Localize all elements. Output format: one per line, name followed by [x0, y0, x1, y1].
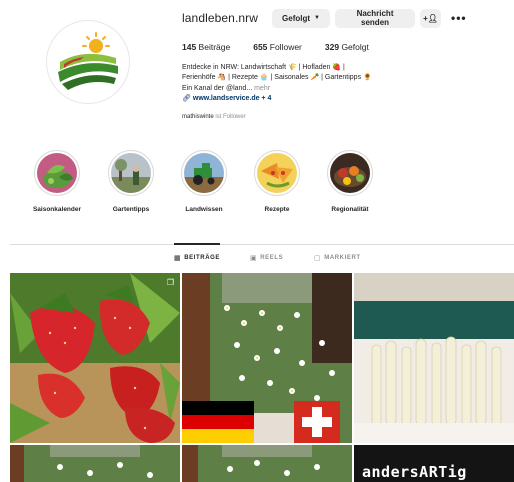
- highlight-gartentipps[interactable]: Gartentipps: [96, 150, 166, 213]
- followed-by-suffix: ist Follower: [213, 114, 246, 120]
- posts-grid: ❐ andersARTig: [10, 273, 514, 482]
- highlight-regionalitaet[interactable]: Regionalität: [315, 150, 385, 213]
- followers-stat[interactable]: 655 Follower: [253, 42, 302, 52]
- highlight-label: Gartentipps: [112, 206, 150, 213]
- highlight-ring: [181, 150, 227, 196]
- daisies-image: [10, 445, 180, 482]
- active-tab-indicator: [174, 243, 220, 245]
- tab-tagged-label: MARKIERT: [324, 255, 361, 261]
- following-button[interactable]: Gefolgt ▼: [272, 8, 331, 28]
- username: landleben.nrw: [182, 11, 259, 25]
- tagged-icon: ▢: [314, 255, 322, 262]
- tabs-divider: [10, 244, 514, 245]
- garden-photo-icon: [111, 153, 151, 193]
- reels-icon: ▣: [250, 255, 258, 262]
- send-message-button[interactable]: Nachricht senden: [335, 8, 416, 28]
- profile-tabs: ▦ BEITRÄGE ▣ REELS ▢ MARKIERT: [0, 254, 514, 266]
- tab-tagged[interactable]: ▢ MARKIERT: [314, 254, 361, 262]
- add-person-icon: +👤︎: [423, 13, 438, 23]
- post-strawberries[interactable]: ❐: [10, 273, 180, 443]
- highlight-saisonkalender[interactable]: Saisonkalender: [22, 150, 92, 213]
- bio-line-1: Entdecke in NRW: Landwirtschaft 🌾 | Hofl…: [182, 64, 345, 71]
- landleben-logo: [51, 25, 125, 99]
- followed-by-name: mathiswinte: [182, 114, 214, 120]
- following-count: 329: [324, 42, 340, 52]
- highlight-rezepte[interactable]: Rezepte: [242, 150, 312, 213]
- post-daisies-flags[interactable]: [182, 273, 352, 443]
- tractor-icon: [184, 153, 224, 193]
- bio-line-3-text: Ein Kanal der @land...: [182, 84, 253, 92]
- following-stat[interactable]: 329 Gefolgt: [325, 42, 369, 52]
- highlight-landwissen[interactable]: Landwissen: [169, 150, 239, 213]
- profile-stats: 145 Beiträge 655 Follower 329 Gefolgt: [182, 42, 392, 52]
- profile-actions-row: landleben.nrw Gefolgt ▼ Nachricht senden…: [182, 8, 467, 28]
- tab-posts-label: BEITRÄGE: [184, 255, 221, 261]
- strawberries-image: [10, 273, 180, 443]
- profile-avatar[interactable]: [46, 20, 130, 104]
- post-andersartig[interactable]: andersARTig: [354, 445, 514, 482]
- highlight-ring: [108, 150, 154, 196]
- food-plate-icon: [257, 153, 297, 193]
- posts-count: 145: [182, 42, 197, 52]
- highlight-label: Regionalität: [331, 206, 369, 213]
- chevron-down-icon: ▼: [314, 15, 320, 21]
- highlight-ring: [254, 150, 300, 196]
- white-asparagus-image: [354, 273, 514, 443]
- bio-website-link[interactable]: www.landservice.de + 4: [193, 95, 272, 102]
- grid-icon: ▦: [174, 255, 182, 262]
- following-button-label: Gefolgt: [282, 13, 311, 23]
- tab-reels-label: REELS: [260, 255, 284, 261]
- followers-label: Follower: [267, 42, 302, 52]
- bio-more-link[interactable]: mehr: [252, 85, 270, 92]
- daisies-flags-image: [182, 273, 352, 443]
- highlight-ring: [327, 150, 373, 196]
- daisies-image: [182, 445, 352, 482]
- post-daisies-row2a[interactable]: [10, 445, 180, 482]
- link-icon: 🔗︎: [182, 95, 191, 103]
- story-highlights: Saisonkalender Gartentipps Landwissen Re…: [0, 150, 514, 220]
- profile-bio: Entdecke in NRW: Landwirtschaft 🌾 | Hofl…: [182, 63, 442, 105]
- post-overlay-text: andersARTig: [362, 463, 467, 481]
- produce-basket-icon: [330, 153, 370, 193]
- highlight-label: Landwissen: [185, 206, 223, 213]
- followers-count: 655: [253, 42, 268, 52]
- highlight-label: Saisonkalender: [32, 206, 82, 213]
- leaf-bowl-icon: [37, 153, 77, 193]
- tab-reels[interactable]: ▣ REELS: [250, 254, 283, 262]
- more-options-icon[interactable]: •••: [451, 11, 467, 25]
- followed-by[interactable]: mathiswinte ist Follower: [182, 114, 246, 120]
- posts-stat: 145 Beiträge: [182, 42, 230, 52]
- following-label: Gefolgt: [339, 42, 369, 52]
- posts-label: Beiträge: [196, 42, 231, 52]
- highlight-ring: [34, 150, 80, 196]
- highlight-label: Rezepte: [264, 206, 290, 213]
- post-white-asparagus[interactable]: [354, 273, 514, 443]
- bio-link-row[interactable]: 🔗︎ www.landservice.de + 4: [182, 94, 442, 104]
- tab-posts[interactable]: ▦ BEITRÄGE: [174, 254, 220, 262]
- bio-line-3: Ein Kanal der @land... mehr: [182, 84, 442, 94]
- bio-line-2: Ferienhöfe 🐴 | Rezepte 🧁 | Saisonales 🥕 …: [182, 74, 372, 82]
- post-daisies-row2b[interactable]: [182, 445, 352, 482]
- add-person-button[interactable]: +👤︎: [420, 8, 442, 28]
- carousel-icon: ❐: [166, 278, 174, 287]
